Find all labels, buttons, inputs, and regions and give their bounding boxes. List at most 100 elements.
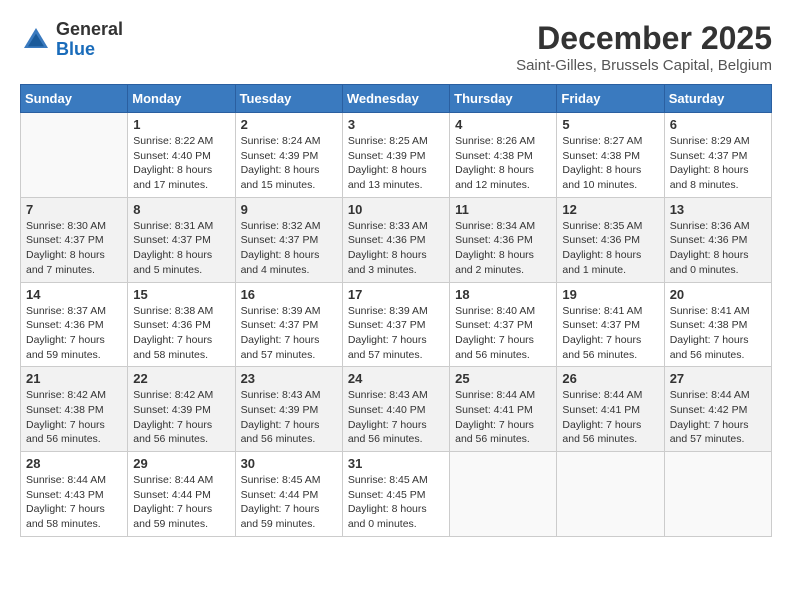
weekday-header-tuesday: Tuesday	[235, 85, 342, 113]
day-number: 7	[26, 202, 122, 217]
calendar-cell	[664, 452, 771, 537]
day-number: 24	[348, 371, 444, 386]
day-info: Sunrise: 8:22 AM Sunset: 4:40 PM Dayligh…	[133, 134, 229, 193]
calendar-cell: 25 Sunrise: 8:44 AM Sunset: 4:41 PM Dayli…	[450, 367, 557, 452]
day-info: Sunrise: 8:24 AM Sunset: 4:39 PM Dayligh…	[241, 134, 337, 193]
day-number: 4	[455, 117, 551, 132]
calendar-cell: 18 Sunrise: 8:40 AM Sunset: 4:37 PM Dayli…	[450, 282, 557, 367]
day-number: 1	[133, 117, 229, 132]
day-number: 14	[26, 287, 122, 302]
calendar-cell: 29 Sunrise: 8:44 AM Sunset: 4:44 PM Dayli…	[128, 452, 235, 537]
day-number: 19	[562, 287, 658, 302]
logo-blue: Blue	[56, 40, 123, 60]
day-info: Sunrise: 8:41 AM Sunset: 4:37 PM Dayligh…	[562, 304, 658, 363]
day-info: Sunrise: 8:35 AM Sunset: 4:36 PM Dayligh…	[562, 219, 658, 278]
calendar-cell: 16Sunrise: 8:39 AM Sunset: 4:37 PM Dayli…	[235, 282, 342, 367]
day-info: Sunrise: 8:44 AM Sunset: 4:41 PM Dayligh…	[562, 388, 658, 447]
day-number: 18	[455, 287, 551, 302]
day-number: 5	[562, 117, 658, 132]
calendar-cell: 3 Sunrise: 8:25 AM Sunset: 4:39 PM Daylig…	[342, 113, 449, 198]
calendar-cell: 7 Sunrise: 8:30 AM Sunset: 4:37 PM Daylig…	[21, 197, 128, 282]
day-info: Sunrise: 8:27 AM Sunset: 4:38 PM Dayligh…	[562, 134, 658, 193]
calendar-title: December 2025	[516, 20, 772, 57]
calendar-cell: 8 Sunrise: 8:31 AM Sunset: 4:37 PM Daylig…	[128, 197, 235, 282]
day-info: Sunrise: 8:39 AM Sunset: 4:37 PM Dayligh…	[348, 304, 444, 363]
calendar-cell: 1 Sunrise: 8:22 AM Sunset: 4:40 PM Daylig…	[128, 113, 235, 198]
calendar-cell: 11 Sunrise: 8:34 AM Sunset: 4:36 PM Dayli…	[450, 197, 557, 282]
calendar-cell: 23 Sunrise: 8:43 AM Sunset: 4:39 PM Dayli…	[235, 367, 342, 452]
logo-icon	[20, 24, 52, 56]
day-info: Sunrise: 8:44 AM Sunset: 4:44 PM Dayligh…	[133, 473, 229, 532]
day-info: Sunrise: 8:38 AM Sunset: 4:36 PM Dayligh…	[133, 304, 229, 363]
day-info: Sunrise: 8:43 AM Sunset: 4:39 PM Dayligh…	[241, 388, 337, 447]
week-row-4: 21 Sunrise: 8:42 AM Sunset: 4:38 PM Dayli…	[21, 367, 772, 452]
calendar-cell: 22 Sunrise: 8:42 AM Sunset: 4:39 PM Dayli…	[128, 367, 235, 452]
logo-general: General	[56, 20, 123, 40]
day-info: Sunrise: 8:33 AM Sunset: 4:36 PM Dayligh…	[348, 219, 444, 278]
day-number: 3	[348, 117, 444, 132]
day-info: Sunrise: 8:44 AM Sunset: 4:42 PM Dayligh…	[670, 388, 766, 447]
day-info: Sunrise: 8:32 AM Sunset: 4:37 PM Dayligh…	[241, 219, 337, 278]
calendar-cell	[450, 452, 557, 537]
weekday-header-sunday: Sunday	[21, 85, 128, 113]
day-info: Sunrise: 8:34 AM Sunset: 4:36 PM Dayligh…	[455, 219, 551, 278]
day-info: Sunrise: 8:44 AM Sunset: 4:41 PM Dayligh…	[455, 388, 551, 447]
week-row-2: 7 Sunrise: 8:30 AM Sunset: 4:37 PM Daylig…	[21, 197, 772, 282]
calendar-cell: 21 Sunrise: 8:42 AM Sunset: 4:38 PM Dayli…	[21, 367, 128, 452]
calendar-cell	[21, 113, 128, 198]
day-info: Sunrise: 8:39 AM Sunset: 4:37 PM Dayligh…	[241, 304, 337, 363]
day-number: 13	[670, 202, 766, 217]
day-number: 25	[455, 371, 551, 386]
day-info: Sunrise: 8:42 AM Sunset: 4:38 PM Dayligh…	[26, 388, 122, 447]
day-info: Sunrise: 8:45 AM Sunset: 4:45 PM Dayligh…	[348, 473, 444, 532]
calendar-cell: 20Sunrise: 8:41 AM Sunset: 4:38 PM Dayli…	[664, 282, 771, 367]
day-info: Sunrise: 8:45 AM Sunset: 4:44 PM Dayligh…	[241, 473, 337, 532]
day-number: 2	[241, 117, 337, 132]
day-info: Sunrise: 8:25 AM Sunset: 4:39 PM Dayligh…	[348, 134, 444, 193]
weekday-header-thursday: Thursday	[450, 85, 557, 113]
logo-text: General Blue	[56, 20, 123, 60]
day-number: 6	[670, 117, 766, 132]
day-number: 20	[670, 287, 766, 302]
calendar-cell: 17 Sunrise: 8:39 AM Sunset: 4:37 PM Dayli…	[342, 282, 449, 367]
day-info: Sunrise: 8:30 AM Sunset: 4:37 PM Dayligh…	[26, 219, 122, 278]
day-number: 21	[26, 371, 122, 386]
day-info: Sunrise: 8:44 AM Sunset: 4:43 PM Dayligh…	[26, 473, 122, 532]
weekday-header-saturday: Saturday	[664, 85, 771, 113]
day-number: 31	[348, 456, 444, 471]
weekday-header-monday: Monday	[128, 85, 235, 113]
calendar-cell: 31 Sunrise: 8:45 AM Sunset: 4:45 PM Dayli…	[342, 452, 449, 537]
day-number: 23	[241, 371, 337, 386]
day-number: 27	[670, 371, 766, 386]
week-row-5: 28Sunrise: 8:44 AM Sunset: 4:43 PM Dayli…	[21, 452, 772, 537]
calendar-subtitle: Saint-Gilles, Brussels Capital, Belgium	[516, 57, 772, 74]
calendar-table: SundayMondayTuesdayWednesdayThursdayFrid…	[20, 84, 772, 537]
weekday-header-friday: Friday	[557, 85, 664, 113]
day-number: 22	[133, 371, 229, 386]
calendar-cell: 14Sunrise: 8:37 AM Sunset: 4:36 PM Dayli…	[21, 282, 128, 367]
day-number: 29	[133, 456, 229, 471]
weekday-header-wednesday: Wednesday	[342, 85, 449, 113]
day-number: 9	[241, 202, 337, 217]
day-number: 15	[133, 287, 229, 302]
day-number: 11	[455, 202, 551, 217]
logo: General Blue	[20, 20, 123, 60]
day-info: Sunrise: 8:26 AM Sunset: 4:38 PM Dayligh…	[455, 134, 551, 193]
calendar-cell	[557, 452, 664, 537]
day-number: 17	[348, 287, 444, 302]
day-number: 8	[133, 202, 229, 217]
day-info: Sunrise: 8:31 AM Sunset: 4:37 PM Dayligh…	[133, 219, 229, 278]
day-number: 30	[241, 456, 337, 471]
calendar-cell: 24Sunrise: 8:43 AM Sunset: 4:40 PM Dayli…	[342, 367, 449, 452]
calendar-cell: 9 Sunrise: 8:32 AM Sunset: 4:37 PM Daylig…	[235, 197, 342, 282]
calendar-cell: 26Sunrise: 8:44 AM Sunset: 4:41 PM Dayli…	[557, 367, 664, 452]
day-info: Sunrise: 8:40 AM Sunset: 4:37 PM Dayligh…	[455, 304, 551, 363]
day-info: Sunrise: 8:42 AM Sunset: 4:39 PM Dayligh…	[133, 388, 229, 447]
calendar-cell: 10Sunrise: 8:33 AM Sunset: 4:36 PM Dayli…	[342, 197, 449, 282]
day-info: Sunrise: 8:36 AM Sunset: 4:36 PM Dayligh…	[670, 219, 766, 278]
calendar-cell: 4 Sunrise: 8:26 AM Sunset: 4:38 PM Daylig…	[450, 113, 557, 198]
calendar-cell: 5 Sunrise: 8:27 AM Sunset: 4:38 PM Daylig…	[557, 113, 664, 198]
page-header: General Blue December 2025 Saint-Gilles,…	[20, 20, 772, 74]
calendar-cell: 19 Sunrise: 8:41 AM Sunset: 4:37 PM Dayli…	[557, 282, 664, 367]
day-number: 12	[562, 202, 658, 217]
